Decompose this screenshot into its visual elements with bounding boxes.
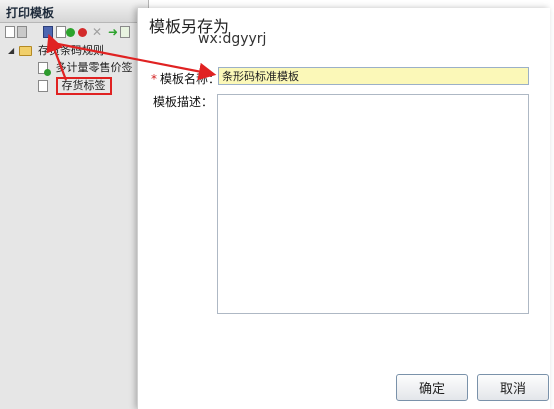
copy-icon[interactable] — [56, 26, 66, 38]
tree-item-inventory-label[interactable]: 存货标签 — [38, 77, 112, 95]
template-tree-panel: 打印模板 ✕ ➜ ◢ 存货条码规则 多计量零售价签 存货标签 — [0, 0, 149, 409]
move-down-icon[interactable] — [120, 26, 130, 38]
save-as-icon[interactable] — [43, 26, 53, 38]
tree-item-label: 存货标签 — [55, 77, 112, 95]
template-name-input[interactable] — [218, 67, 529, 85]
template-description-input[interactable] — [217, 94, 529, 314]
tree-toolbar: ✕ ➜ — [0, 24, 148, 42]
delete-icon[interactable] — [78, 28, 87, 37]
document-icon — [38, 62, 51, 76]
panel-title: 打印模板 — [6, 6, 55, 20]
ok-button[interactable]: 确定 — [396, 374, 468, 401]
document-icon — [38, 80, 48, 92]
template-name-label-text: 模板名称： — [160, 72, 221, 86]
tree-item-label: 多计量零售价签 — [55, 61, 133, 74]
tree-item-label: 存货条码规则 — [38, 44, 104, 57]
tree-item-multi-unit-price-tag[interactable]: 多计量零售价签 — [38, 61, 133, 76]
move-up-icon[interactable]: ➜ — [108, 25, 120, 39]
save-as-dialog: 模板另存为 wx:dgyyrj *模板名称： 模板描述： 确定 取消 — [137, 8, 550, 409]
template-name-label: * 模板名称： — [151, 70, 220, 87]
cancel-button[interactable]: 取消 — [477, 374, 549, 401]
confirm-icon[interactable] — [66, 28, 75, 37]
panel-header: 打印模板 — [0, 0, 148, 23]
save-icon[interactable] — [17, 26, 27, 38]
template-description-label: 模板描述： — [153, 95, 214, 109]
tree-item-barcode-rules[interactable]: ◢ 存货条码规则 — [8, 44, 104, 58]
required-mark: * — [151, 72, 157, 86]
folder-icon — [18, 46, 32, 56]
cut-icon[interactable]: ✕ — [92, 25, 104, 39]
collapse-icon[interactable]: ◢ — [8, 44, 15, 58]
screen: 打印模板 ✕ ➜ ◢ 存货条码规则 多计量零售价签 存货标签 模板另存为 wx:… — [0, 0, 554, 409]
watermark-text: wx:dgyyrj — [198, 31, 267, 47]
new-file-icon[interactable] — [5, 26, 15, 38]
